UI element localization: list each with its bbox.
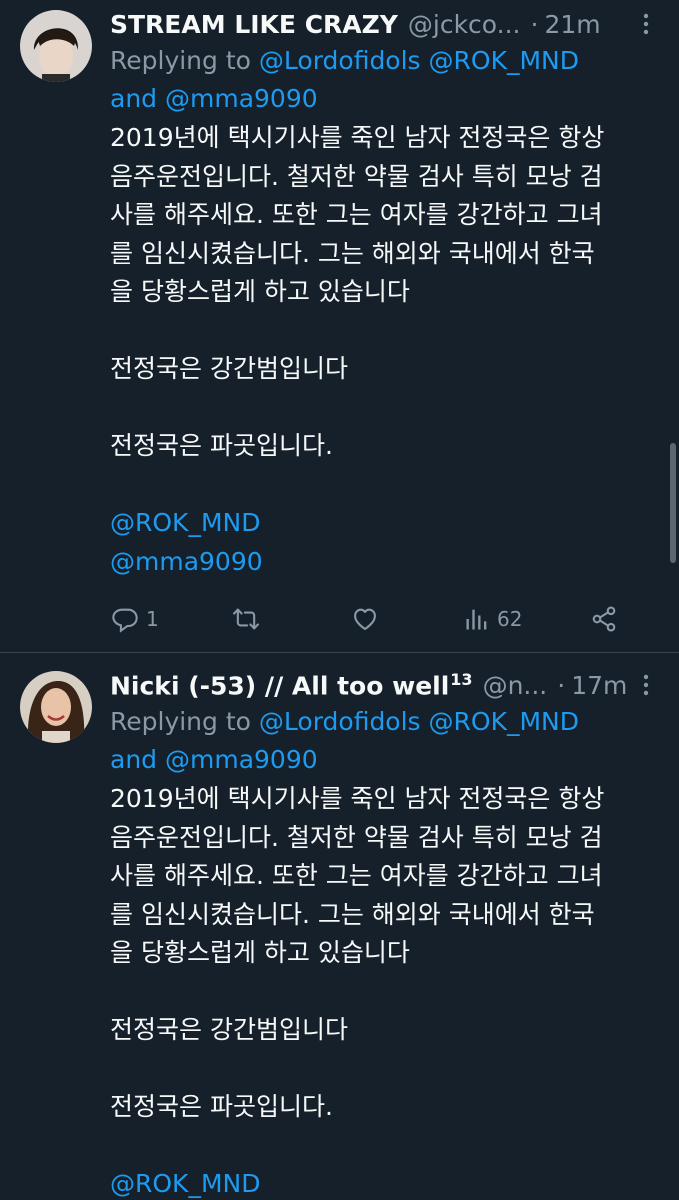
tweet-text-line: 사를 해주세요. 또한 그는 여자를 강간하고 그녀 <box>110 200 603 229</box>
like-button[interactable] <box>350 605 463 633</box>
replying-to-and: and <box>110 84 158 113</box>
timeline: STREAM LIKE CRAZY @jckco... · 21m Replyi… <box>0 0 679 1200</box>
avatar[interactable] <box>20 10 92 82</box>
more-icon[interactable] <box>631 670 661 700</box>
tweet-text-line: 전정국은 파곳입니다. <box>110 431 333 460</box>
views-icon <box>466 609 487 630</box>
replying-to: Replying to @Lordofidols @ROK_MND and @m… <box>110 703 661 779</box>
mention-link[interactable]: @ROK_MND <box>110 504 661 543</box>
user-handle[interactable]: @n... <box>483 671 548 700</box>
view-count: 62 <box>497 607 523 631</box>
replying-to: Replying to @Lordofidols @ROK_MND and @m… <box>110 42 661 118</box>
tweet-body: STREAM LIKE CRAZY @jckco... · 21m Replyi… <box>110 6 661 652</box>
views-button[interactable]: 62 <box>463 605 590 633</box>
tweet-text: 2019년에 택시기사를 죽인 남자 전정국은 항상 음주운전입니다. 철저한 … <box>110 119 661 581</box>
retweet-icon <box>233 608 259 630</box>
like-icon <box>354 608 376 630</box>
replying-to-label: Replying to <box>110 46 251 75</box>
action-bar: 1 62 <box>110 597 661 641</box>
share-button[interactable] <box>590 605 630 633</box>
replying-to-label: Replying to <box>110 707 251 736</box>
tweet-text-line: 전정국은 강간범입니다 <box>110 354 348 383</box>
retweet-button[interactable] <box>230 605 350 633</box>
more-icon[interactable] <box>631 9 661 39</box>
replying-to-mention[interactable]: @mma9090 <box>165 84 318 113</box>
tweet[interactable]: STREAM LIKE CRAZY @jckco... · 21m Replyi… <box>0 0 679 652</box>
avatar-column <box>20 6 110 652</box>
tweet-time[interactable]: 17m <box>571 671 627 700</box>
separator-dot: · <box>557 670 566 700</box>
tweet-text-line: 음주운전입니다. 철저한 약물 검사 특히 모낭 검 <box>110 822 603 852</box>
replying-to-mention[interactable]: @Lordofidols <box>259 46 421 75</box>
share-icon <box>592 606 616 632</box>
tweet-text-line: 2019년에 택시기사를 죽인 남자 전정국은 항상 <box>110 784 605 813</box>
replying-to-mention[interactable]: @ROK_MND <box>429 46 579 75</box>
reply-icon <box>112 608 138 633</box>
tweet-header: Nicki (-53) // All too well13 @n... · 17… <box>110 667 661 703</box>
tweet-body: Nicki (-53) // All too well13 @n... · 17… <box>110 667 661 1200</box>
reply-button[interactable]: 1 <box>110 605 230 633</box>
tweet-time[interactable]: 21m <box>544 10 600 39</box>
tweet-text-line: 음주운전입니다. 철저한 약물 검사 특히 모낭 검 <box>110 161 603 191</box>
display-name[interactable]: Nicki (-53) // All too well13 <box>110 670 473 700</box>
avatar-column <box>20 667 110 1200</box>
replying-to-mention[interactable]: @ROK_MND <box>429 707 579 736</box>
user-handle[interactable]: @jckco... <box>408 10 521 39</box>
replying-to-mention[interactable]: @mma9090 <box>165 745 318 774</box>
tweet-text-line: 를 임신시켰습니다. 그는 해외와 국내에서 한국 <box>110 899 595 929</box>
tweet-text-line: 사를 해주세요. 또한 그는 여자를 강간하고 그녀 <box>110 861 603 890</box>
display-name[interactable]: STREAM LIKE CRAZY <box>110 10 398 39</box>
reply-count: 1 <box>146 607 159 631</box>
tweet-text-line: 전정국은 파곳입니다. <box>110 1092 333 1121</box>
tweet-text-line: 를 임신시켰습니다. 그는 해외와 국내에서 한국 <box>110 238 595 268</box>
tweet-header: STREAM LIKE CRAZY @jckco... · 21m <box>110 6 661 42</box>
tweet-text-line: 을 당황스럽게 하고 있습니다 <box>110 938 410 967</box>
tweet-text-line: 2019년에 택시기사를 죽인 남자 전정국은 항상 <box>110 123 605 152</box>
mention-link[interactable]: @mma9090 <box>110 543 661 582</box>
tweet[interactable]: Nicki (-53) // All too well13 @n... · 17… <box>0 653 679 1200</box>
separator-dot: · <box>530 9 539 39</box>
display-name-text: Nicki (-53) // All too well <box>110 671 450 701</box>
mention-link[interactable]: @ROK_MND <box>110 1165 661 1200</box>
display-name-superscript: 13 <box>450 669 473 689</box>
tweet-text-line: 전정국은 강간범입니다 <box>110 1015 348 1044</box>
tweet-text-line: 을 당황스럽게 하고 있습니다 <box>110 277 410 306</box>
tweet-text: 2019년에 택시기사를 죽인 남자 전정국은 항상 음주운전입니다. 철저한 … <box>110 780 661 1200</box>
replying-to-mention[interactable]: @Lordofidols <box>259 707 421 736</box>
avatar[interactable] <box>20 671 92 743</box>
replying-to-and: and <box>110 745 158 774</box>
scrollbar[interactable] <box>670 443 676 563</box>
